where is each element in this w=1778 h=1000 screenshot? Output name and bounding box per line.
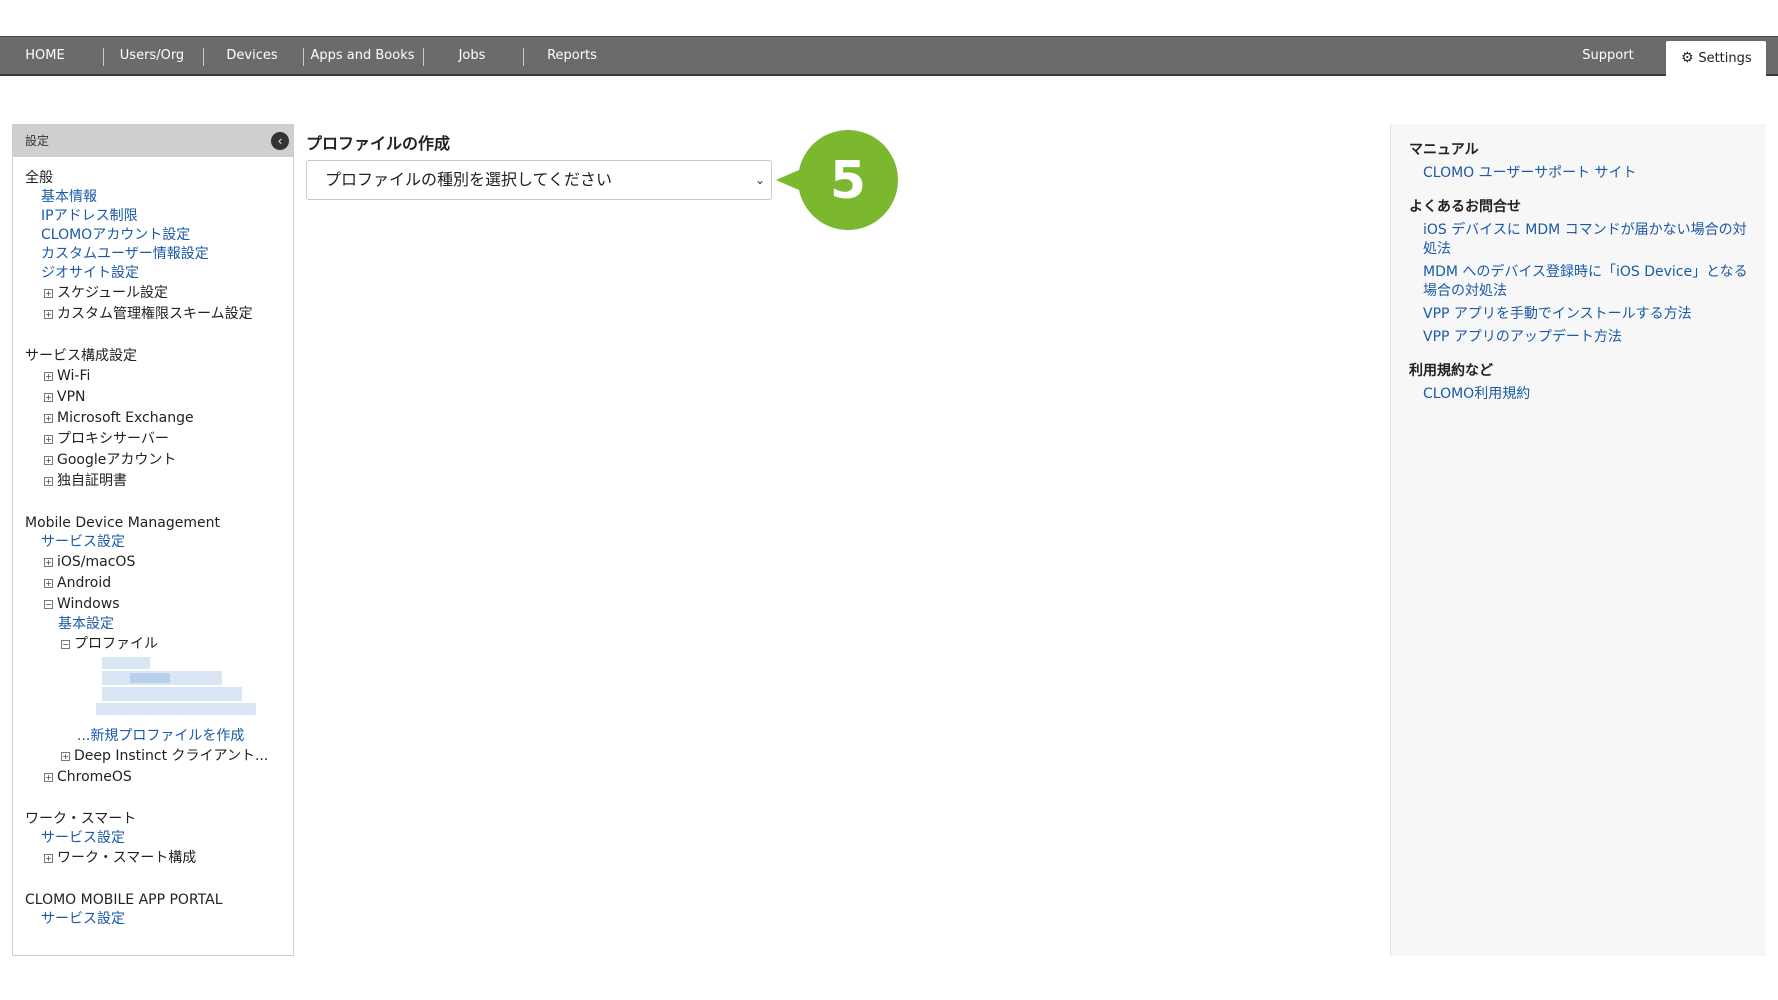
collapse-icon[interactable]: − bbox=[61, 640, 70, 649]
nav-apps-and-books[interactable]: Apps and Books bbox=[310, 37, 415, 75]
tree-item-windows[interactable]: − Windows bbox=[25, 594, 293, 615]
nav-support[interactable]: Support bbox=[1570, 37, 1646, 75]
blurred-profile-list bbox=[80, 657, 256, 727]
tree-item-proxy[interactable]: + プロキシサーバー bbox=[25, 429, 293, 450]
nav-users-org[interactable]: Users/Org bbox=[110, 37, 194, 75]
tree-item-work-smart-config[interactable]: + ワーク・スマート構成 bbox=[25, 848, 293, 869]
expand-icon[interactable]: + bbox=[44, 393, 53, 402]
expand-icon[interactable]: + bbox=[44, 773, 53, 782]
chevron-down-icon: ⌄ bbox=[754, 173, 765, 187]
page-title: プロファイルの作成 bbox=[306, 134, 451, 153]
collapse-icon[interactable]: − bbox=[44, 600, 53, 609]
nav-separator bbox=[523, 48, 524, 66]
expand-icon[interactable]: + bbox=[61, 752, 70, 761]
link-faq-ios-device[interactable]: MDM へのデバイス登録時に「iOS Device」となる場合の対処法 bbox=[1409, 263, 1750, 301]
callout-number: 5 bbox=[830, 151, 866, 211]
tree-label: Windows bbox=[57, 596, 120, 612]
nav-settings-tab[interactable]: ⚙ Settings bbox=[1666, 41, 1766, 77]
nav-settings-label: Settings bbox=[1698, 51, 1752, 66]
sidebar-link-portal-service[interactable]: サービス設定 bbox=[25, 910, 293, 929]
nav-jobs[interactable]: Jobs bbox=[430, 37, 514, 75]
sidebar-header: 設定 ‹ bbox=[13, 125, 293, 157]
tree-item-vpn[interactable]: + VPN bbox=[25, 387, 293, 408]
link-clomo-support-site[interactable]: CLOMO ユーザーサポート サイト bbox=[1409, 164, 1750, 183]
tree-item-ios-macos[interactable]: + iOS/macOS bbox=[25, 552, 293, 573]
section-title-general: 全般 bbox=[25, 170, 53, 186]
profile-type-select[interactable]: プロファイルの種別を選択してください ⌄ bbox=[306, 160, 772, 200]
chevron-left-icon: ‹ bbox=[277, 134, 283, 148]
settings-sidebar: 設定 ‹ 全般 基本情報 IPアドレス制限 CLOMOアカウント設定 カスタムユ… bbox=[12, 124, 294, 956]
collapse-sidebar-button[interactable]: ‹ bbox=[271, 132, 289, 150]
tree-item-schedule[interactable]: + スケジュール設定 bbox=[25, 283, 293, 304]
expand-icon[interactable]: + bbox=[44, 477, 53, 486]
terms-heading: 利用規約など bbox=[1409, 363, 1493, 379]
tree-item-certificate[interactable]: + 独自証明書 bbox=[25, 471, 293, 492]
section-title-mdm: Mobile Device Management bbox=[25, 515, 220, 531]
sidebar-link-mdm-service[interactable]: サービス設定 bbox=[25, 533, 293, 552]
tree-label: ワーク・スマート構成 bbox=[57, 850, 197, 866]
section-title-service-config: サービス構成設定 bbox=[25, 348, 137, 364]
tree-item-android[interactable]: + Android bbox=[25, 573, 293, 594]
tree-label: Microsoft Exchange bbox=[57, 410, 194, 426]
tree-label: Googleアカウント bbox=[57, 452, 177, 468]
tree-label: iOS/macOS bbox=[57, 554, 136, 570]
expand-icon[interactable]: + bbox=[44, 289, 53, 298]
nav-devices[interactable]: Devices bbox=[212, 37, 292, 75]
sidebar-link-geosite[interactable]: ジオサイト設定 bbox=[25, 264, 293, 283]
nav-reports[interactable]: Reports bbox=[530, 37, 614, 75]
tree-label: Wi-Fi bbox=[57, 368, 91, 384]
tree-label: Deep Instinct クライアント... bbox=[74, 748, 269, 764]
tree-item-chromeos[interactable]: + ChromeOS bbox=[25, 767, 293, 788]
tree-label: Android bbox=[57, 575, 112, 591]
section-title-work-smart: ワーク・スマート bbox=[25, 811, 137, 827]
tree-label: スケジュール設定 bbox=[57, 285, 169, 301]
tree-label: 独自証明書 bbox=[57, 473, 127, 489]
tree-item-deep-instinct[interactable]: + Deep Instinct クライアント... bbox=[25, 746, 293, 767]
faq-heading: よくあるお問合せ bbox=[1409, 199, 1521, 215]
tree-label: プロキシサーバー bbox=[57, 431, 169, 447]
expand-icon[interactable]: + bbox=[44, 310, 53, 319]
top-navigation-bar: HOME Users/Org Devices Apps and Books Jo… bbox=[0, 36, 1778, 77]
help-panel: マニュアル CLOMO ユーザーサポート サイト よくあるお問合せ iOS デバ… bbox=[1390, 124, 1766, 956]
link-faq-mdm-command[interactable]: iOS デバイスに MDM コマンドが届かない場合の対処法 bbox=[1409, 221, 1750, 259]
sidebar-title: 設定 bbox=[25, 134, 50, 148]
tree-label: プロファイル bbox=[74, 636, 158, 652]
profile-type-select-value: プロファイルの種別を選択してください bbox=[325, 170, 613, 189]
sidebar-link-custom-user-info[interactable]: カスタムユーザー情報設定 bbox=[25, 245, 293, 264]
expand-icon[interactable]: + bbox=[44, 456, 53, 465]
nav-separator bbox=[203, 48, 204, 66]
tree-label: カスタム管理権限スキーム設定 bbox=[57, 306, 253, 322]
expand-icon[interactable]: + bbox=[44, 414, 53, 423]
sidebar-link-ip-restriction[interactable]: IPアドレス制限 bbox=[25, 207, 293, 226]
tree-item-wifi[interactable]: + Wi-Fi bbox=[25, 366, 293, 387]
tree-label: ChromeOS bbox=[57, 769, 132, 785]
nav-separator bbox=[103, 48, 104, 66]
section-title-app-portal: CLOMO MOBILE APP PORTAL bbox=[25, 892, 223, 908]
expand-icon[interactable]: + bbox=[44, 435, 53, 444]
tree-item-custom-permission[interactable]: + カスタム管理権限スキーム設定 bbox=[25, 304, 293, 325]
tree-item-google-account[interactable]: + Googleアカウント bbox=[25, 450, 293, 471]
link-faq-vpp-install[interactable]: VPP アプリを手動でインストールする方法 bbox=[1409, 305, 1750, 324]
tree-label: VPN bbox=[57, 389, 86, 405]
nav-separator bbox=[423, 48, 424, 66]
sidebar-link-clomo-account[interactable]: CLOMOアカウント設定 bbox=[25, 226, 293, 245]
nav-separator bbox=[303, 48, 304, 66]
expand-icon[interactable]: + bbox=[44, 579, 53, 588]
sidebar-link-basic-info[interactable]: 基本情報 bbox=[25, 188, 293, 207]
nav-home[interactable]: HOME bbox=[10, 37, 80, 75]
link-terms-of-use[interactable]: CLOMO利用規約 bbox=[1409, 385, 1750, 404]
sidebar-link-work-service[interactable]: サービス設定 bbox=[25, 829, 293, 848]
new-profile-link[interactable]: ...新規プロファイルを作成 bbox=[25, 727, 293, 746]
link-faq-vpp-update[interactable]: VPP アプリのアップデート方法 bbox=[1409, 328, 1750, 347]
tree-item-windows-profile[interactable]: − プロファイル bbox=[25, 634, 293, 655]
sidebar-link-windows-basic[interactable]: 基本設定 bbox=[25, 615, 293, 634]
expand-icon[interactable]: + bbox=[44, 854, 53, 863]
step-callout-badge: 5 bbox=[776, 130, 898, 230]
gear-icon: ⚙ bbox=[1681, 50, 1694, 66]
expand-icon[interactable]: + bbox=[44, 558, 53, 567]
expand-icon[interactable]: + bbox=[44, 372, 53, 381]
manual-heading: マニュアル bbox=[1409, 142, 1479, 158]
tree-item-exchange[interactable]: + Microsoft Exchange bbox=[25, 408, 293, 429]
